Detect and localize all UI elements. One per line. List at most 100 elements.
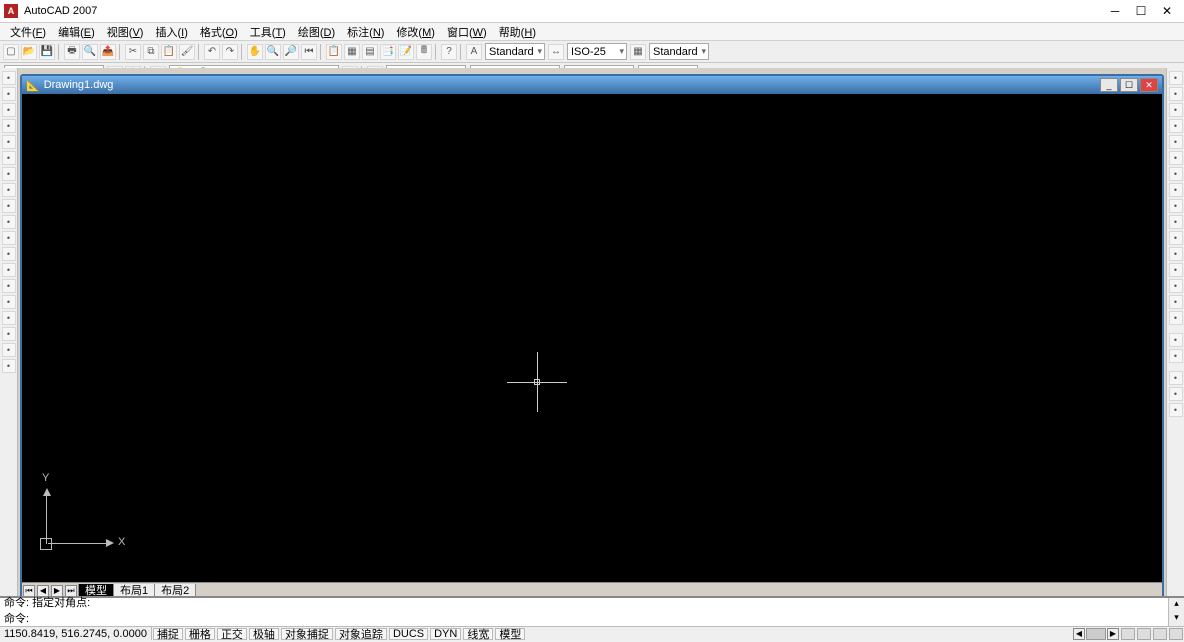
doc-max-button[interactable]: ☐	[1120, 78, 1138, 92]
dc-icon[interactable]: •	[1169, 387, 1183, 401]
publish-icon[interactable]: 📤	[100, 44, 116, 60]
menu-t[interactable]: 工具(T)	[244, 23, 292, 41]
dimstyle-icon[interactable]: ↔	[548, 44, 564, 60]
status-正交[interactable]: 正交	[217, 628, 247, 640]
status-模型[interactable]: 模型	[495, 628, 525, 640]
menu-m[interactable]: 修改(M)	[390, 23, 441, 41]
status-对象捕捉[interactable]: 对象捕捉	[281, 628, 333, 640]
menu-w[interactable]: 窗口(W)	[441, 23, 493, 41]
doc-min-button[interactable]: _	[1100, 78, 1118, 92]
markup-icon[interactable]: 📝	[398, 44, 414, 60]
coordinate-display[interactable]: 1150.8419, 516.2745, 0.0000	[0, 627, 152, 640]
array-icon[interactable]: •	[1169, 135, 1183, 149]
hscroll-right[interactable]: ▶	[1107, 628, 1119, 640]
tp-icon[interactable]: •	[1169, 403, 1183, 417]
revcloud-icon[interactable]: •	[2, 183, 16, 197]
tablestyle-icon[interactable]: ▦	[630, 44, 646, 60]
menu-v[interactable]: 视图(V)	[101, 23, 150, 41]
drawing-title-bar[interactable]: 📐 Drawing1.dwg _ ☐ ✕	[22, 76, 1162, 94]
command-line[interactable]: 命令: 指定对角点: 命令: ▴▾	[0, 596, 1184, 626]
chamfer-icon[interactable]: •	[1169, 279, 1183, 293]
region-icon[interactable]: •	[2, 327, 16, 341]
dc-icon[interactable]: ▦	[344, 44, 360, 60]
move-icon[interactable]: •	[1169, 151, 1183, 165]
prop-icon[interactable]: •	[1169, 371, 1183, 385]
tray-cleanscreen-icon[interactable]	[1169, 628, 1183, 640]
preview-icon[interactable]: 🔍	[82, 44, 98, 60]
matchprop-icon[interactable]: 🖌	[179, 44, 195, 60]
help-icon[interactable]: ?	[441, 44, 457, 60]
minimize-button[interactable]: ─	[1102, 2, 1128, 20]
extend-icon[interactable]: •	[1169, 231, 1183, 245]
menu-h[interactable]: 帮助(H)	[493, 23, 542, 41]
status-DUCS[interactable]: DUCS	[389, 628, 428, 640]
scale-icon[interactable]: •	[1169, 183, 1183, 197]
model-canvas[interactable]: Y X	[22, 94, 1162, 582]
calc-icon[interactable]: 🖩	[416, 44, 432, 60]
poly-icon[interactable]: •	[2, 119, 16, 133]
rect-icon[interactable]: •	[2, 135, 16, 149]
cut-icon[interactable]: ✂	[125, 44, 141, 60]
zoom-rt-icon[interactable]: 🔍	[265, 44, 281, 60]
join-icon[interactable]: •	[1169, 263, 1183, 277]
xline-icon[interactable]: •	[2, 87, 16, 101]
doc-close-button[interactable]: ✕	[1140, 78, 1158, 92]
hscroll-thumb[interactable]	[1086, 628, 1106, 640]
mirror-icon[interactable]: •	[1169, 103, 1183, 117]
menu-n[interactable]: 标注(N)	[341, 23, 390, 41]
spline-icon[interactable]: •	[2, 199, 16, 213]
tablestyle-select[interactable]: Standard	[649, 43, 709, 60]
status-栅格[interactable]: 栅格	[185, 628, 215, 640]
status-线宽[interactable]: 线宽	[463, 628, 493, 640]
status-极轴[interactable]: 极轴	[249, 628, 279, 640]
redo-icon[interactable]: ↷	[222, 44, 238, 60]
offset-icon[interactable]: •	[1169, 119, 1183, 133]
save-icon[interactable]: 💾	[39, 44, 55, 60]
rotate-icon[interactable]: •	[1169, 167, 1183, 181]
explode-icon[interactable]: •	[1169, 311, 1183, 325]
text-icon[interactable]: •	[2, 359, 16, 373]
dimstyle-select[interactable]: ISO-25	[567, 43, 627, 60]
table-icon[interactable]: •	[2, 343, 16, 357]
dist-icon[interactable]: •	[1169, 333, 1183, 347]
arc-icon[interactable]: •	[2, 151, 16, 165]
maximize-button[interactable]: ☐	[1128, 2, 1154, 20]
earc-icon[interactable]: •	[2, 231, 16, 245]
textstyle-icon[interactable]: A	[466, 44, 482, 60]
erase-icon[interactable]: •	[1169, 71, 1183, 85]
grad-icon[interactable]: •	[2, 311, 16, 325]
menu-i[interactable]: 插入(I)	[149, 23, 193, 41]
circle-icon[interactable]: •	[2, 167, 16, 181]
status-DYN[interactable]: DYN	[430, 628, 461, 640]
new-icon[interactable]: ▢	[3, 44, 19, 60]
ssm-icon[interactable]: 📑	[380, 44, 396, 60]
line-icon[interactable]: •	[2, 71, 16, 85]
copy-icon[interactable]: ⧉	[143, 44, 159, 60]
block-icon[interactable]: •	[2, 263, 16, 277]
area-icon[interactable]: •	[1169, 349, 1183, 363]
tp-icon[interactable]: ▤	[362, 44, 378, 60]
menu-d[interactable]: 绘图(D)	[292, 23, 341, 41]
props-icon[interactable]: 📋	[326, 44, 342, 60]
pline-icon[interactable]: •	[2, 103, 16, 117]
stretch-icon[interactable]: •	[1169, 199, 1183, 213]
paste-icon[interactable]: 📋	[161, 44, 177, 60]
tray-icon[interactable]	[1121, 628, 1135, 640]
tray-icon[interactable]	[1137, 628, 1151, 640]
open-icon[interactable]: 📂	[21, 44, 37, 60]
tray-icon[interactable]	[1153, 628, 1167, 640]
status-捕捉[interactable]: 捕捉	[153, 628, 183, 640]
copy-icon[interactable]: •	[1169, 87, 1183, 101]
undo-icon[interactable]: ↶	[204, 44, 220, 60]
zoom-win-icon[interactable]: 🔎	[283, 44, 299, 60]
textstyle-select[interactable]: Standard	[485, 43, 545, 60]
close-button[interactable]: ✕	[1154, 2, 1180, 20]
pan-icon[interactable]: ✋	[247, 44, 263, 60]
cmd-scroll[interactable]: ▴▾	[1168, 598, 1184, 626]
hscroll-left[interactable]: ◀	[1073, 628, 1085, 640]
zoom-prev-icon[interactable]: ⏮	[301, 44, 317, 60]
hatch-icon[interactable]: •	[2, 295, 16, 309]
trim-icon[interactable]: •	[1169, 215, 1183, 229]
ins-icon[interactable]: •	[2, 247, 16, 261]
menu-e[interactable]: 编辑(E)	[52, 23, 101, 41]
